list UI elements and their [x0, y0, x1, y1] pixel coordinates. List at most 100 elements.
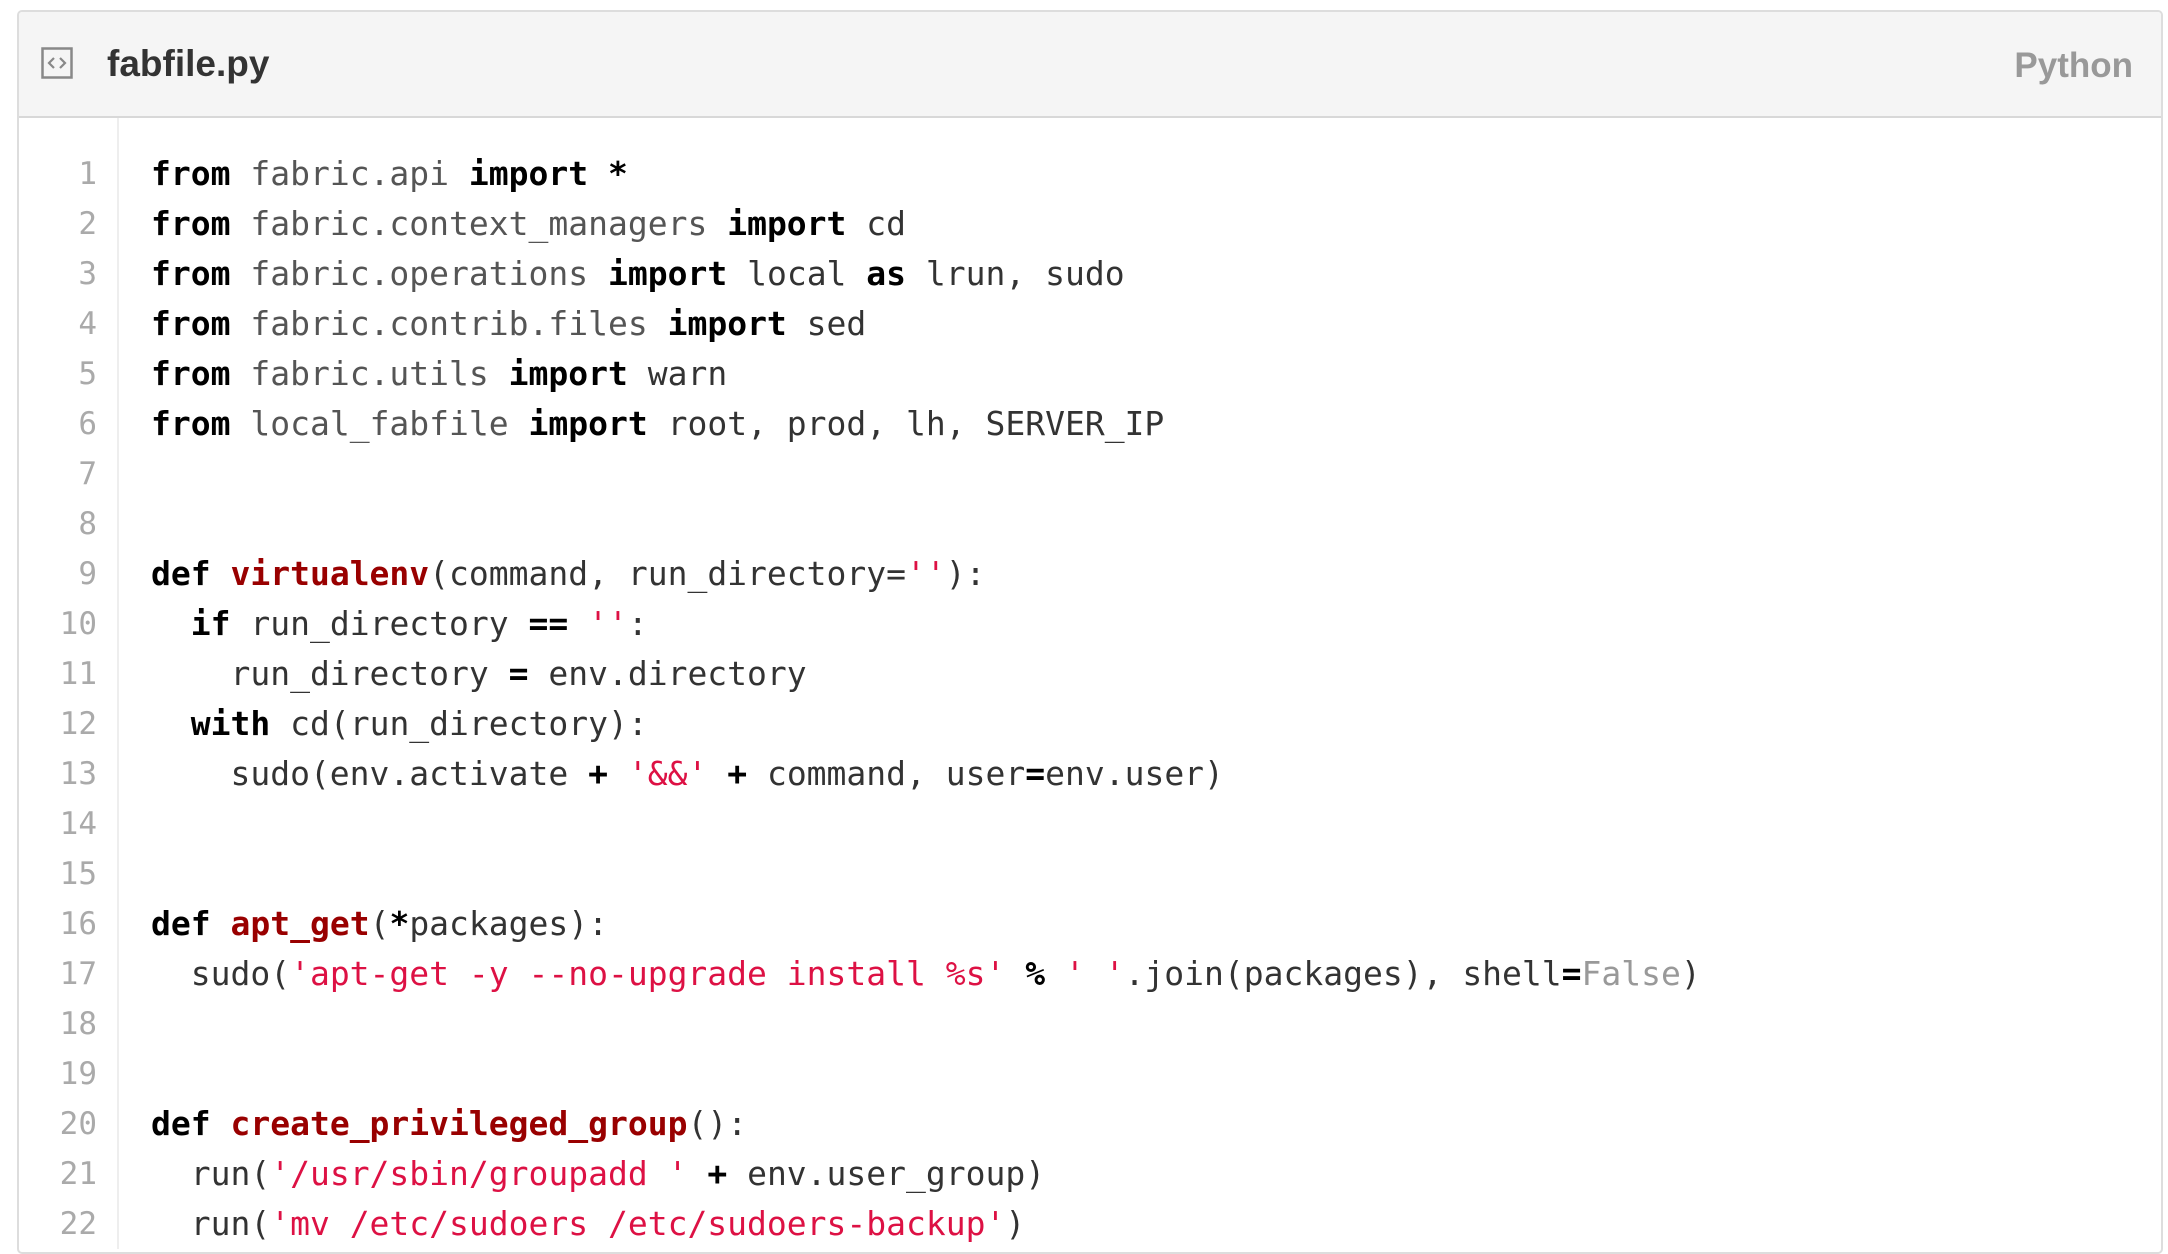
code-token: root, prod, lh, SERVER_IP [647, 404, 1165, 443]
code-token: fabric.utils [250, 354, 489, 393]
line-code: from fabric.context_managers import cd [151, 199, 906, 249]
code-token: from [151, 204, 231, 243]
line-number[interactable]: 6 [19, 399, 97, 449]
code-token: from [151, 354, 231, 393]
line-number[interactable]: 8 [19, 499, 97, 549]
code-token: run_directory [151, 654, 509, 693]
line-number[interactable]: 1 [19, 149, 97, 199]
file-name[interactable]: fabfile.py [107, 40, 269, 88]
code-token: from [151, 304, 231, 343]
code-line: 22 run('mv /etc/sudoers /etc/sudoers-bac… [19, 1199, 2161, 1249]
code-token: == [528, 604, 569, 643]
code-token: cd [846, 204, 907, 243]
code-token: sed [786, 304, 867, 343]
code-token: lrun, sudo [906, 254, 1125, 293]
line-number[interactable]: 22 [19, 1199, 97, 1249]
line-code: from local_fabfile import root, prod, lh… [151, 399, 1164, 449]
line-number[interactable]: 5 [19, 349, 97, 399]
code-token: 'apt-get -y --no-upgrade install %s' [290, 954, 1006, 993]
line-number[interactable]: 16 [19, 899, 97, 949]
code-line: 1 from fabric.api import * [19, 149, 2161, 199]
code-token: def [151, 1104, 211, 1143]
line-number[interactable]: 21 [19, 1149, 97, 1199]
code-line: 11 run_directory = env.directory [19, 649, 2161, 699]
code-token: ( [369, 904, 390, 943]
line-code: from fabric.contrib.files import sed [151, 299, 866, 349]
code-token: '/usr/sbin/groupadd ' [270, 1154, 688, 1193]
line-number[interactable]: 4 [19, 299, 97, 349]
code-token: = [1025, 754, 1046, 793]
line-code: sudo(env.activate + '&&' + command, user… [151, 749, 1223, 799]
code-token: import [468, 154, 589, 193]
code-token: from [151, 404, 231, 443]
code-line: 13 sudo(env.activate + '&&' + command, u… [19, 749, 2161, 799]
code-line: 17 sudo('apt-get -y --no-upgrade install… [19, 949, 2161, 999]
line-number[interactable]: 20 [19, 1099, 97, 1149]
code-token: ) [1005, 1204, 1026, 1243]
code-token: + [588, 754, 608, 793]
code-token: ): [945, 554, 986, 593]
line-code: with cd(run_directory): [151, 699, 648, 749]
code-token: '' [588, 604, 628, 643]
line-number[interactable]: 9 [19, 549, 97, 599]
line-number[interactable]: 13 [19, 749, 97, 799]
code-line: 8 [19, 499, 2161, 549]
line-code: from fabric.api import * [151, 149, 628, 199]
code-token: .join(packages), shell [1124, 954, 1562, 993]
line-number[interactable]: 18 [19, 999, 97, 1049]
code-line: 10 if run_directory == '': [19, 599, 2161, 649]
code-token: * [608, 154, 628, 193]
line-number[interactable]: 17 [19, 949, 97, 999]
line-code: from fabric.utils import warn [151, 349, 727, 399]
code-line: 4 from fabric.contrib.files import sed [19, 299, 2161, 349]
code-token: = [1561, 954, 1582, 993]
line-number[interactable]: 2 [19, 199, 97, 249]
code-token: def [151, 554, 211, 593]
code-token: apt_get [230, 904, 370, 943]
code-token: ' ' [1064, 954, 1125, 993]
line-code: def apt_get(*packages): [151, 899, 608, 949]
code-token: * [389, 904, 410, 943]
code-token: False [1581, 954, 1681, 993]
line-code: def virtualenv(command, run_directory=''… [151, 549, 986, 599]
code-line: 20 def create_privileged_group(): [19, 1099, 2161, 1149]
line-number[interactable]: 19 [19, 1049, 97, 1099]
line-code: run('/usr/sbin/groupadd ' + env.user_gro… [151, 1149, 1045, 1199]
line-number[interactable]: 14 [19, 799, 97, 849]
code-file-panel: fabfile.py Python 1 from fabric.api impor… [17, 10, 2163, 1254]
code-token: command, user [747, 754, 1026, 793]
line-number[interactable]: 11 [19, 649, 97, 699]
code-token: as [866, 254, 907, 293]
file-header: fabfile.py Python [19, 12, 2161, 118]
line-number[interactable]: 7 [19, 449, 97, 499]
line-number[interactable]: 10 [19, 599, 97, 649]
code-token: local [727, 254, 867, 293]
line-number[interactable]: 12 [19, 699, 97, 749]
line-code: run_directory = env.directory [151, 649, 806, 699]
code-token: def [151, 904, 211, 943]
code-token: if [190, 604, 231, 643]
code-token: 'mv /etc/sudoers /etc/sudoers-backup' [270, 1204, 1006, 1243]
code-line: 12 with cd(run_directory): [19, 699, 2161, 749]
code-token: + [727, 754, 748, 793]
code-line: 7 [19, 449, 2161, 499]
line-number[interactable]: 15 [19, 849, 97, 899]
code-line: 15 [19, 849, 2161, 899]
line-number[interactable]: 3 [19, 249, 97, 299]
